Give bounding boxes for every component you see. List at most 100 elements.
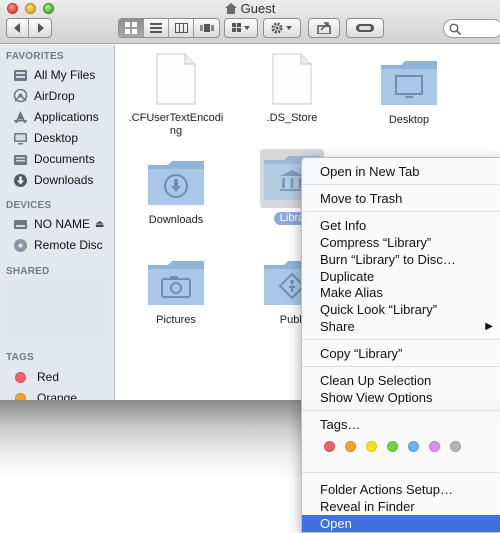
all-files-icon [12,67,28,83]
search-icon [449,23,461,35]
orange-tag-dot [15,392,26,400]
sidebar-item-all-my-files[interactable]: All My Files [12,66,95,84]
submenu-arrow-icon: ▶ [485,321,493,332]
search-field[interactable] [443,19,500,38]
list-view-button[interactable] [144,19,169,37]
menu-item-quick-look[interactable]: Quick Look “Library” [302,301,500,318]
menu-item-share[interactable]: Share ▶ [302,318,500,335]
sidebar: FAVORITES All My Files AirDrop Applicati… [0,45,115,400]
share-icon [317,22,331,34]
tag-color-green[interactable] [387,441,398,452]
sidebar-item-label: Red [37,370,60,384]
sidebar-item-label: Applications [34,110,99,124]
file-name: .CFUserTextEncodi ng [128,112,224,137]
sidebar-header-favorites: FAVORITES [6,51,64,62]
sidebar-item-label: NO NAME [34,217,91,231]
sidebar-item-label: AirDrop [34,89,75,103]
menu-separator [302,211,500,212]
menu-item-reveal-in-finder[interactable]: Reveal in Finder [302,498,500,515]
menu-item-copy[interactable]: Copy “Library” [302,345,500,362]
disc-icon [12,237,28,253]
tag-color-red[interactable] [324,441,335,452]
downloads-icon [12,172,28,188]
menu-item-make-alias[interactable]: Make Alias [302,284,500,301]
forward-button[interactable] [29,19,51,37]
title-bar: Guest [0,0,500,44]
menu-item-burn-to-disc[interactable]: Burn “Library” to Disc… [302,251,500,268]
icon-view-button[interactable] [119,19,144,37]
menu-item-open-in-new-tab[interactable]: Open in New Tab [302,163,500,180]
column-view-icon [174,23,188,33]
menu-item-clean-up-selection[interactable]: Clean Up Selection [302,372,500,389]
menu-separator [302,184,500,185]
folder-item[interactable]: Downloads [126,157,226,227]
coverflow-view-button[interactable] [194,19,219,37]
sidebar-item-label: Remote Disc [34,238,103,252]
menu-item-move-to-trash[interactable]: Move to Trash [302,190,500,207]
tag-color-blue[interactable] [408,441,419,452]
column-view-button[interactable] [169,19,194,37]
file-name: Desktop [388,114,430,126]
menu-item-show-view-options[interactable]: Show View Options [302,389,500,406]
downloads-folder-icon [148,161,204,205]
share-button[interactable] [309,19,339,37]
back-button[interactable] [7,19,29,37]
icon-view-icon [125,22,137,34]
documents-icon [12,151,28,167]
sidebar-header-devices: DEVICES [6,200,52,211]
sidebar-item-documents[interactable]: Documents [12,150,95,168]
menu-item-open[interactable]: Open [302,515,500,532]
tag-color-yellow[interactable] [366,441,377,452]
chevron-right-icon [38,23,44,33]
grid-arrange-icon [232,23,250,32]
file-name: Pictures [156,314,196,326]
sidebar-header-tags: TAGS [6,352,34,363]
file-name: Downloads [148,214,204,226]
share-group [308,18,340,38]
sidebar-item-no-name[interactable]: NO NAME ⏏ [12,215,104,233]
sidebar-item-tag-red[interactable]: Red [12,368,59,386]
window-title: Guest [0,1,500,16]
document-icon [272,53,312,105]
desktop-folder-icon [381,61,437,105]
sidebar-item-airdrop[interactable]: AirDrop [12,87,75,105]
file-item[interactable]: .DS_Store [242,53,342,125]
menu-item-tags[interactable]: Tags… [302,416,500,433]
gear-icon [271,22,292,34]
sidebar-item-label: All My Files [34,68,96,82]
arrange-button[interactable] [225,19,257,37]
menu-separator [302,339,500,340]
menu-item-folder-actions-setup[interactable]: Folder Actions Setup… [302,481,500,498]
menu-separator [302,410,500,411]
menu-item-duplicate[interactable]: Duplicate [302,268,500,285]
tag-color-orange[interactable] [345,441,356,452]
arrange-group [224,18,258,38]
menu-item-compress[interactable]: Compress “Library” [302,234,500,251]
sidebar-item-label: Downloads [34,173,94,187]
list-view-icon [150,23,162,33]
applications-icon [12,109,28,125]
sidebar-item-downloads[interactable]: Downloads [12,171,93,189]
sidebar-item-label: Desktop [34,131,79,145]
folder-item[interactable]: Pictures [126,257,226,327]
drive-icon [12,216,28,232]
airdrop-icon [12,88,28,104]
action-button[interactable] [264,19,300,37]
sidebar-item-tag-orange[interactable]: Orange [12,389,77,400]
tag-color-gray[interactable] [450,441,461,452]
sidebar-item-desktop[interactable]: Desktop [12,129,78,147]
folder-item[interactable]: Desktop [359,57,459,127]
file-item[interactable]: .CFUserTextEncodi ng [126,53,226,138]
tag-color-purple[interactable] [429,441,440,452]
tag-pill-icon [356,24,374,32]
menu-separator [302,366,500,367]
sidebar-item-remote-disc[interactable]: Remote Disc [12,236,103,254]
edit-tags-button[interactable] [347,19,383,37]
file-name: .DS_Store [266,112,318,124]
sidebar-header-shared: SHARED [6,266,50,277]
menu-item-label: Share [320,319,355,334]
menu-item-get-info[interactable]: Get Info [302,217,500,234]
eject-icon[interactable]: ⏏ [95,219,104,230]
menu-separator [302,472,500,473]
sidebar-item-applications[interactable]: Applications [12,108,99,126]
